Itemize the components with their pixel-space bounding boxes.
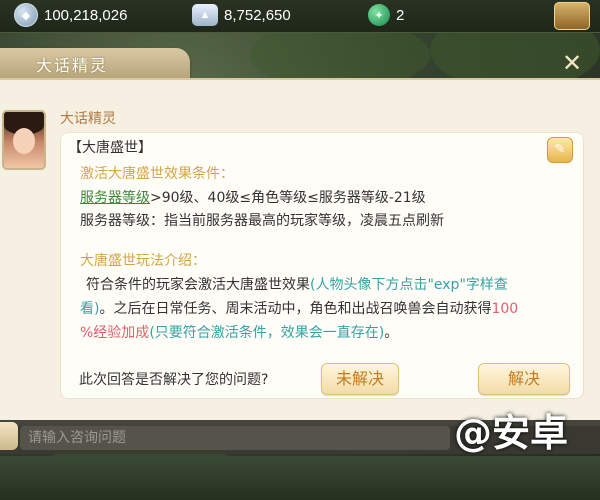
jade-counter: ✦ 2 (368, 4, 404, 26)
jade-amount: 2 (396, 6, 405, 24)
unresolved-button[interactable]: 未解决 (321, 363, 399, 395)
silver-ingot-icon: ▲ (192, 4, 218, 26)
play-line-2: 看)。之后在日常任务、周末活动中，角色和出战召唤兽会自动获得100 (80, 301, 519, 317)
expand-tab-button[interactable] (0, 422, 18, 450)
condition-line-2: 服务器等级：指当前服务器最高的玩家等级，凌晨五点刷新 (80, 213, 444, 229)
resource-bar: ◆ 100,218,026 ▲ 8,752,650 ✦ 2 (0, 0, 600, 33)
panel-title-tab: 大话精灵 (0, 48, 190, 78)
panel-title: 大话精灵 (36, 56, 109, 75)
hint-icon[interactable]: ✎ (547, 137, 573, 163)
jade-icon: ✦ (368, 4, 390, 26)
resolved-button[interactable]: 解决 (478, 363, 570, 395)
speaker-name: 大话精灵 (60, 111, 116, 127)
silver-counter: ▲ 8,752,650 (192, 4, 291, 26)
coin-counter: ◆ 100,218,026 (14, 3, 128, 27)
sprite-avatar (2, 110, 46, 170)
silver-amount: 8,752,650 (224, 6, 291, 24)
message-heading: 【大唐盛世】 (68, 140, 152, 156)
feedback-question: 此次回答是否解决了您的问题? (79, 372, 269, 388)
bottom-scene (0, 456, 600, 500)
watermark-text: @安卓 (454, 411, 569, 455)
coin-amount: 100,218,026 (44, 6, 128, 24)
condition-line-1: 服务器等级>90级、40级≤角色等级≤服务器等级-21级 (80, 190, 426, 206)
server-level-link[interactable]: 服务器等级 (80, 190, 150, 206)
play-title: 大唐盛世玩法介绍： (80, 253, 206, 269)
coin-icon: ◆ (14, 3, 38, 27)
condition-title: 激活大唐盛世效果条件： (80, 166, 234, 182)
play-line-1: 符合条件的玩家会激活大唐盛世效果(人物头像下方点击"exp"字样查 (86, 277, 508, 293)
play-line-3: %经验加成(只要符合激活条件，效果会一直存在)。 (80, 325, 399, 341)
question-input[interactable]: 请输入咨询问题 (20, 426, 450, 450)
close-button[interactable]: ✕ (558, 50, 586, 78)
treasure-chest-icon[interactable] (554, 2, 590, 30)
